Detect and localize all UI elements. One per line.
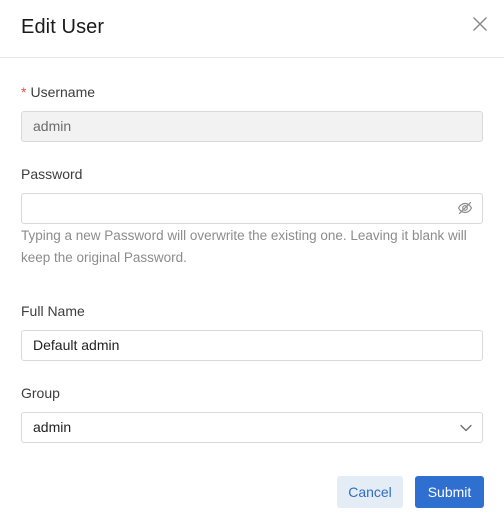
- username-label-text: Username: [30, 84, 96, 100]
- group-select[interactable]: admin: [21, 412, 483, 443]
- username-label: * Username: [21, 84, 95, 100]
- group-label: Group: [21, 385, 60, 401]
- required-mark: *: [21, 84, 27, 100]
- close-icon[interactable]: [470, 14, 490, 34]
- full-name-label: Full Name: [21, 303, 85, 319]
- dialog-title: Edit User: [21, 16, 105, 38]
- edit-user-dialog: Edit User * Username admin Password Typin…: [0, 0, 504, 528]
- password-input[interactable]: [21, 193, 483, 224]
- cancel-button[interactable]: Cancel: [337, 476, 403, 508]
- dialog-header: Edit User: [0, 0, 504, 58]
- eye-off-icon[interactable]: [457, 200, 473, 216]
- password-hint: Typing a new Password will overwrite the…: [21, 228, 467, 265]
- password-label: Password: [21, 166, 83, 182]
- submit-button[interactable]: Submit: [415, 476, 484, 508]
- chevron-down-icon: [460, 424, 472, 432]
- full-name-input[interactable]: Default admin: [21, 330, 483, 361]
- username-input: admin: [21, 111, 483, 142]
